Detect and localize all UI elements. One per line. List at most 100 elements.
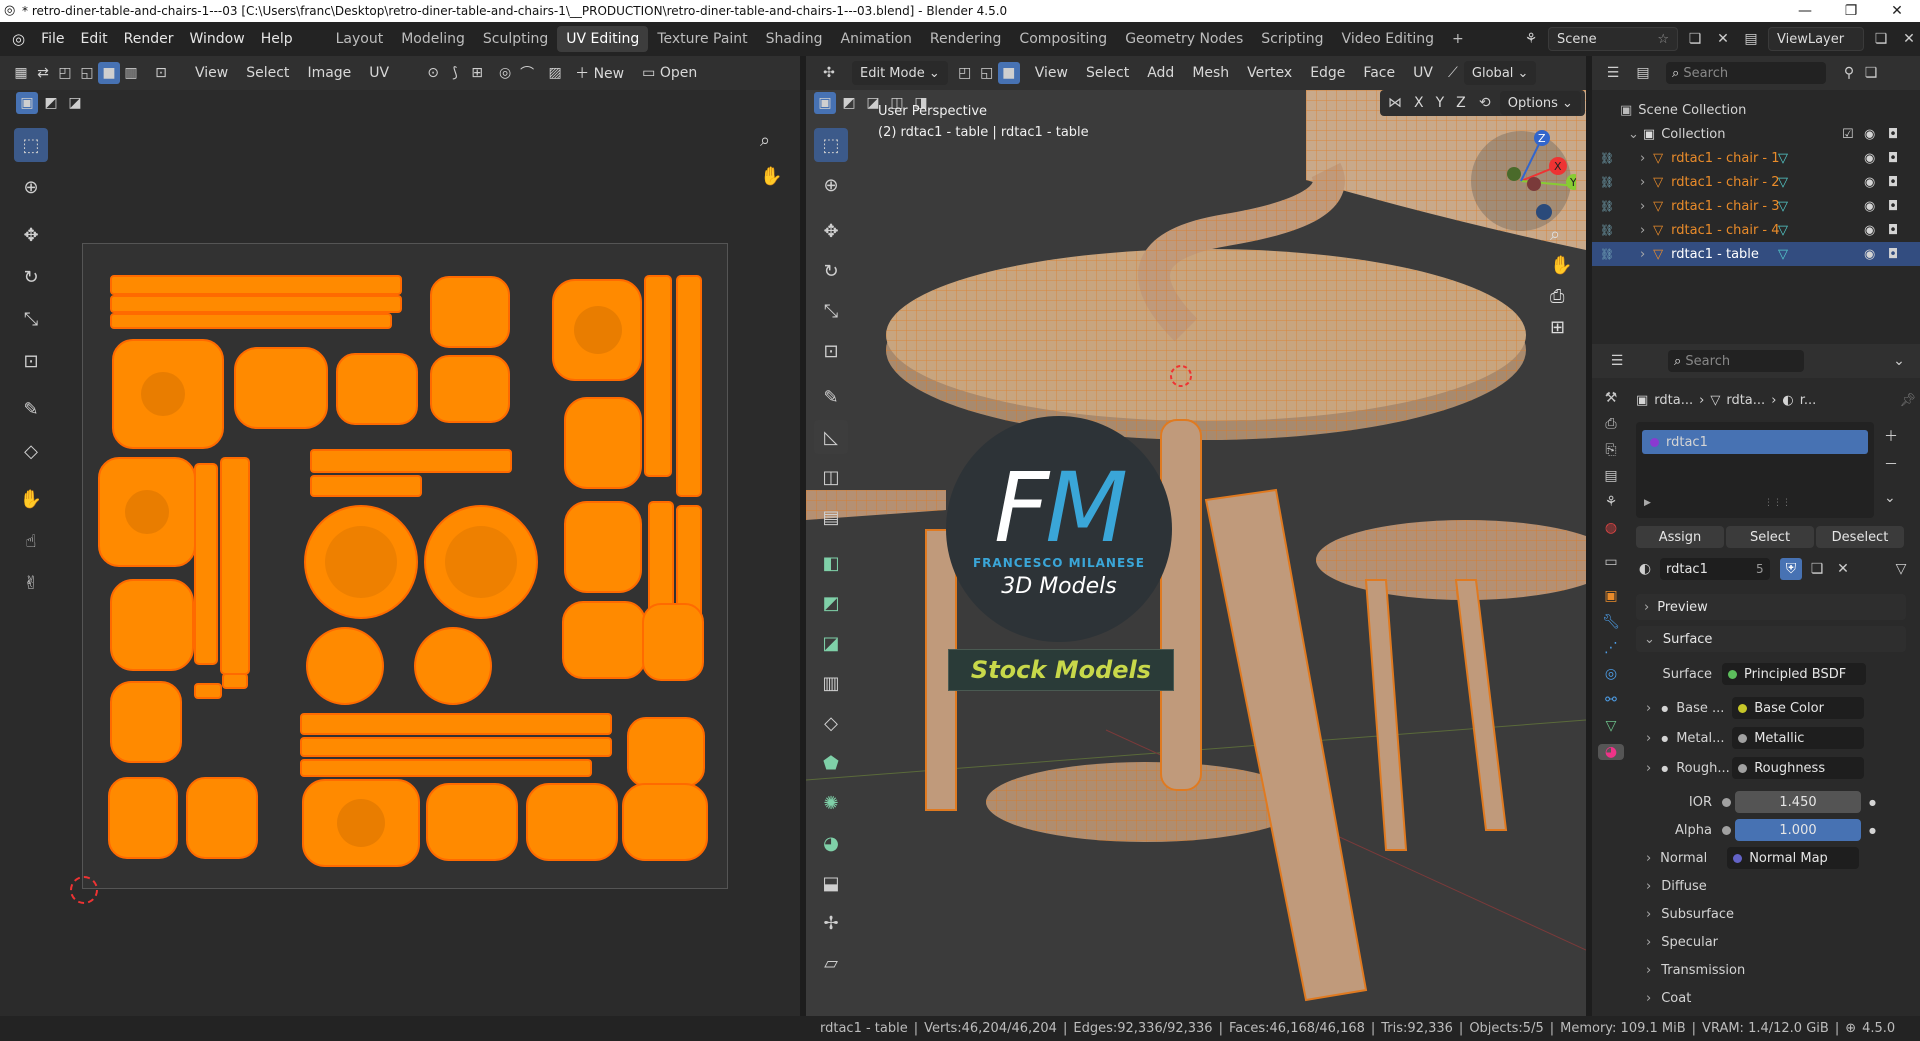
tab-shading[interactable]: Shading: [757, 26, 832, 52]
edge-mode-icon[interactable]: ◱: [976, 62, 998, 84]
slot-expand-icon[interactable]: ▶: [1644, 498, 1651, 508]
menu-render[interactable]: Render: [116, 22, 182, 56]
vp-pan-icon[interactable]: ✋: [1550, 255, 1572, 276]
tab-rendering[interactable]: Rendering: [921, 26, 1011, 52]
object-expand-icon[interactable]: ›: [1640, 199, 1645, 214]
vp-select-tool-icon[interactable]: ⬚: [814, 128, 848, 162]
axis-z[interactable]: Z: [1452, 95, 1470, 111]
rotate-tool-icon[interactable]: ↻: [14, 260, 48, 294]
collection-checkbox[interactable]: ☑: [1842, 127, 1854, 142]
tab-modeling[interactable]: Modeling: [392, 26, 474, 52]
object-tab-icon[interactable]: ▣: [1604, 588, 1617, 604]
slot-specials-icon[interactable]: ⌄: [1884, 490, 1898, 506]
modifier-link-icon[interactable]: ⛓: [1600, 176, 1614, 189]
camera-view-icon[interactable]: ⎙: [1550, 286, 1572, 307]
close-icon[interactable]: ✕: [1874, 0, 1920, 22]
axis-y[interactable]: Y: [1432, 95, 1449, 111]
inset-tool-icon[interactable]: ◩: [814, 586, 848, 620]
collection-row[interactable]: ⌄ ▣ Collection ☑ ◉ ◘: [1592, 122, 1920, 146]
navigation-gizmo[interactable]: X Y Z: [1466, 126, 1576, 236]
tab-video-editing[interactable]: Video Editing: [1333, 26, 1443, 52]
modifier-link-icon[interactable]: ⛓: [1600, 248, 1614, 261]
modifier-link-icon[interactable]: ⛓: [1600, 152, 1614, 165]
vp-menu-select[interactable]: Select: [1077, 65, 1138, 81]
properties-search-input[interactable]: ⌕ Search: [1668, 350, 1804, 372]
select-subtract-icon[interactable]: ◪: [64, 92, 86, 114]
sticky-mode-icon[interactable]: ⊡: [150, 62, 172, 84]
properties-editor-type-icon[interactable]: ☰: [1606, 350, 1628, 372]
alpha-field[interactable]: 1.000: [1735, 819, 1861, 841]
mirror-icon[interactable]: ⋈: [1384, 92, 1406, 114]
knife-tool-icon[interactable]: ◇: [814, 706, 848, 740]
smooth-tool-icon[interactable]: ◕: [814, 826, 848, 860]
collection-visibility-icon[interactable]: ◉: [1864, 127, 1875, 142]
alpha-keyframe-icon[interactable]: ●: [1869, 826, 1876, 835]
pan-icon[interactable]: ✋: [760, 166, 782, 187]
3d-viewport[interactable]: ✣ Edit Mode ⌄ ◰ ◱ ■ View Select Add Mesh…: [806, 56, 1586, 1016]
snap-icon[interactable]: ⟆: [444, 62, 466, 84]
vp-move-tool-icon[interactable]: ✥: [814, 214, 848, 248]
transform-tool-icon[interactable]: ⊡: [14, 344, 48, 378]
object-expand-icon[interactable]: ›: [1640, 151, 1645, 166]
image-browse-icon[interactable]: ▨: [544, 62, 566, 84]
viewport-editor-type-icon[interactable]: ✣: [818, 62, 840, 84]
vp-annotate-tool-icon[interactable]: ✎: [814, 380, 848, 414]
material-browse-icon[interactable]: ◐: [1634, 558, 1656, 580]
axis-x[interactable]: X: [1410, 95, 1428, 111]
mesh-data-icon[interactable]: ▽: [1778, 223, 1788, 238]
tool-tab-icon[interactable]: ⚒: [1605, 390, 1618, 406]
object-expand-icon[interactable]: ›: [1640, 175, 1645, 190]
uv-editor[interactable]: ▦ ⇄ ◰ ◱ ■ ▥ ⊡ View Select Image UV ⊙ ⟆ ⊞…: [0, 56, 800, 1016]
slot-resize-icon[interactable]: ⋮⋮⋮: [1764, 498, 1791, 508]
proportional-edit-icon[interactable]: ◎: [494, 62, 516, 84]
menu-edit[interactable]: Edit: [73, 22, 116, 56]
subpanel-expand-icon[interactable]: ›: [1646, 907, 1651, 922]
edge-slide-tool-icon[interactable]: ⬓: [814, 866, 848, 900]
blender-menu-icon[interactable]: ◎: [0, 22, 33, 56]
zoom-icon[interactable]: ⌕: [760, 130, 770, 151]
new-view-layer-icon[interactable]: ❏: [1870, 28, 1892, 50]
deselect-button[interactable]: Deselect: [1816, 526, 1904, 548]
vp-cursor-tool-icon[interactable]: ⊕: [814, 168, 848, 202]
minimize-icon[interactable]: —: [1782, 0, 1828, 22]
delete-view-layer-icon[interactable]: ✕: [1898, 28, 1920, 50]
collection-render-icon[interactable]: ◘: [1888, 127, 1898, 142]
uv-menu-uv[interactable]: UV: [360, 65, 398, 81]
scene-collection-row[interactable]: ▣ Scene Collection: [1592, 98, 1920, 122]
new-collection-icon[interactable]: ❏: [1860, 62, 1882, 84]
collection-expand-icon[interactable]: ⌄: [1628, 127, 1639, 142]
tab-animation[interactable]: Animation: [832, 26, 921, 52]
vp-measure-tool-icon[interactable]: ◺: [814, 420, 848, 454]
select-button[interactable]: Select: [1726, 526, 1814, 548]
properties-options-icon[interactable]: ⌄: [1888, 350, 1910, 372]
subpanel-expand-icon[interactable]: ›: [1646, 935, 1651, 950]
vp-menu-face[interactable]: Face: [1354, 65, 1404, 81]
pinch-tool-icon[interactable]: ✌: [14, 566, 48, 600]
scene-selector[interactable]: Scene ☆: [1548, 27, 1678, 51]
vp-menu-edge[interactable]: Edge: [1301, 65, 1354, 81]
ior-field[interactable]: 1.450: [1735, 791, 1861, 813]
vertex-mode-icon[interactable]: ◰: [954, 62, 976, 84]
mode-selector[interactable]: Edit Mode ⌄: [852, 61, 948, 85]
annotate-tool-icon[interactable]: ✎: [14, 392, 48, 426]
input-expand-icon[interactable]: ›: [1646, 761, 1651, 776]
vp-transform-tool-icon[interactable]: ⊡: [814, 334, 848, 368]
tab-scripting[interactable]: Scripting: [1252, 26, 1332, 52]
object-visibility-icon[interactable]: ◉: [1864, 151, 1875, 166]
grab-tool-icon[interactable]: ✋: [14, 482, 48, 516]
spin-tool-icon[interactable]: ✺: [814, 786, 848, 820]
subpanel-expand-icon[interactable]: ›: [1646, 963, 1651, 978]
uv-canvas[interactable]: [82, 243, 728, 889]
scale-tool-icon[interactable]: ⤡: [14, 302, 48, 336]
object-expand-icon[interactable]: ›: [1640, 247, 1645, 262]
material-slot-list[interactable]: rdtac1 ▶ ⋮⋮⋮: [1636, 422, 1874, 518]
vp-rotate-tool-icon[interactable]: ↻: [814, 254, 848, 288]
move-tool-icon[interactable]: ✥: [14, 218, 48, 252]
add-workspace-icon[interactable]: +: [1443, 26, 1473, 52]
shear-tool-icon[interactable]: ▱: [814, 946, 848, 980]
tab-sculpting[interactable]: Sculpting: [474, 26, 557, 52]
vp-menu-uv[interactable]: UV: [1404, 65, 1442, 81]
vp-menu-mesh[interactable]: Mesh: [1183, 65, 1238, 81]
add-cube-tool-icon[interactable]: ◫: [814, 460, 848, 494]
outliner-search-input[interactable]: ⌕ Search: [1666, 62, 1826, 84]
